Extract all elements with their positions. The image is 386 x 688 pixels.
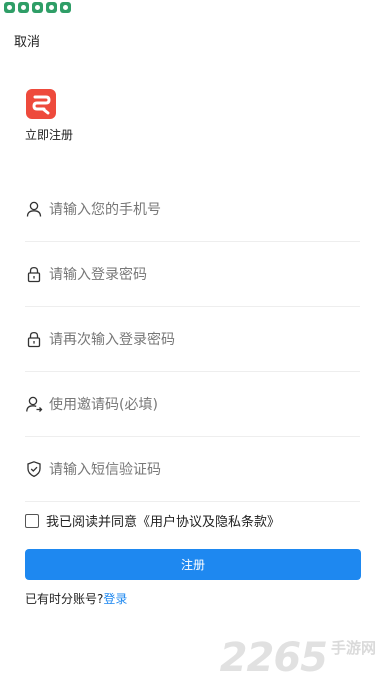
watermark-text: 手游网 — [330, 639, 376, 657]
watermark-number: 2265 — [219, 635, 328, 681]
sms-code-field[interactable]: 请输入短信验证码 — [25, 437, 360, 502]
app-notification-icon — [18, 2, 29, 13]
agreement-checkbox[interactable] — [25, 513, 39, 528]
password-placeholder: 请输入登录密码 — [49, 267, 147, 283]
phone-field[interactable]: 请输入您的手机号 — [25, 177, 360, 242]
sms-code-placeholder: 请输入短信验证码 — [49, 462, 161, 478]
register-page: 取消 立即注册 请输入您的手机号 请输入登录密码 请再次输入登录密码 使用邀请码… — [0, 0, 386, 688]
agreement-row: 我已阅读并同意《用户协议及隐私条款》 — [25, 511, 280, 530]
invite-code-placeholder: 使用邀请码(必填) — [49, 397, 158, 413]
lock-icon — [25, 265, 43, 283]
login-link[interactable]: 登录 — [103, 592, 127, 606]
app-notification-icon — [32, 2, 43, 13]
brand-logo-icon — [26, 89, 56, 119]
app-notification-icon — [4, 2, 15, 13]
invite-code-field[interactable]: 使用邀请码(必填) — [25, 372, 360, 437]
user-share-icon — [25, 395, 43, 413]
user-icon — [25, 200, 43, 218]
cancel-button[interactable]: 取消 — [14, 31, 40, 50]
login-prompt-text: 已有时分账号? — [25, 592, 104, 606]
confirm-password-placeholder: 请再次输入登录密码 — [49, 332, 175, 348]
status-bar — [4, 2, 71, 13]
login-prompt: 已有时分账号?登录 — [25, 590, 127, 607]
app-notification-icon — [46, 2, 57, 13]
site-watermark: 2265 手游网 — [220, 638, 376, 678]
password-field[interactable]: 请输入登录密码 — [25, 242, 360, 307]
confirm-password-field[interactable]: 请再次输入登录密码 — [25, 307, 360, 372]
register-button[interactable]: 注册 — [25, 549, 361, 580]
page-title: 立即注册 — [25, 128, 74, 142]
agreement-text[interactable]: 我已阅读并同意《用户协议及隐私条款》 — [46, 511, 280, 530]
shield-check-icon — [25, 460, 43, 478]
phone-placeholder: 请输入您的手机号 — [49, 202, 161, 218]
lock-icon — [25, 330, 43, 348]
app-notification-icon — [60, 2, 71, 13]
